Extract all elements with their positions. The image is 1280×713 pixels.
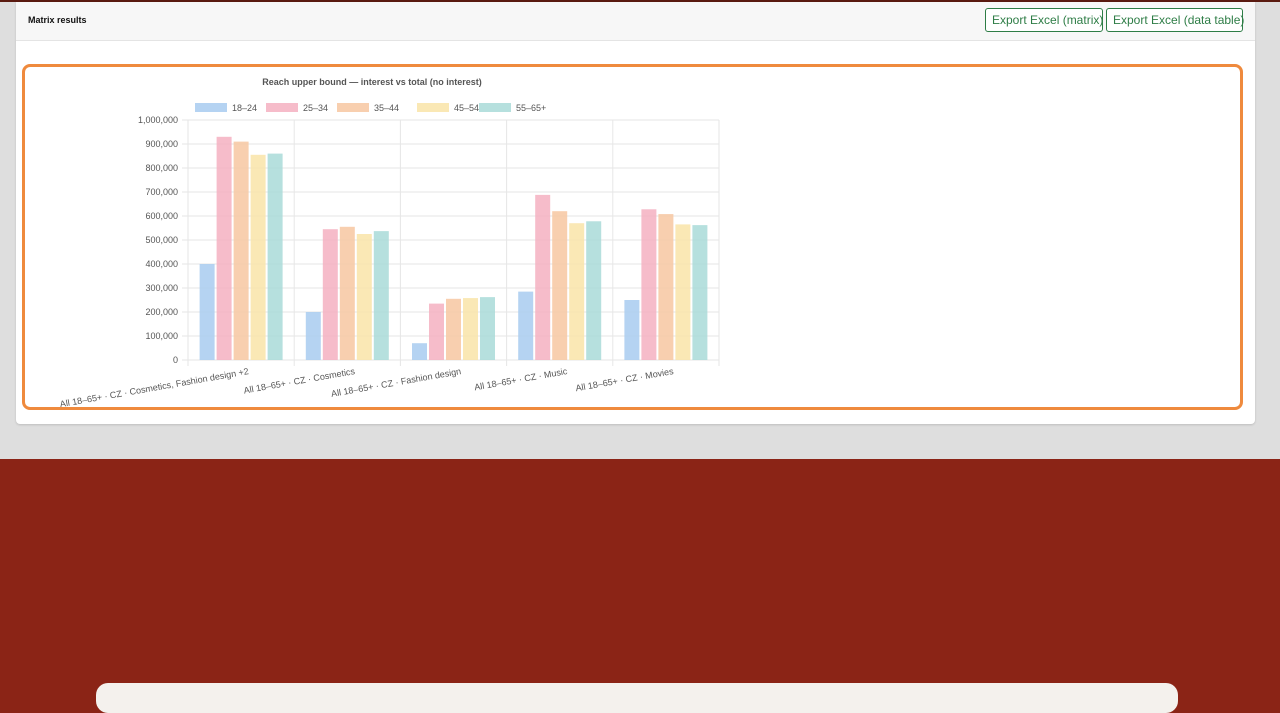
y-tick-label-7: 700,000 (145, 187, 178, 197)
y-tick-label-5: 500,000 (145, 235, 178, 245)
bar-1-4 (373, 231, 389, 360)
chart-title: Reach upper bound — interest vs total (n… (262, 77, 482, 87)
legend-label-4: 55–65+ (516, 103, 546, 113)
export-excel-data-table-button[interactable]: Export Excel (data table) (1106, 8, 1244, 32)
x-tick-label-4: All 18–65+ · CZ · Movies (575, 366, 675, 393)
bottom-card (96, 683, 1178, 713)
legend-swatch-0 (195, 103, 227, 112)
legend-label-3: 45–54 (454, 103, 479, 113)
y-tick-label-8: 800,000 (145, 163, 178, 173)
panel-title: Matrix results (28, 15, 87, 25)
bar-0-0 (199, 264, 215, 360)
y-tick-label-1: 100,000 (145, 331, 178, 341)
bar-3-2 (552, 211, 568, 360)
bar-2-4 (480, 297, 495, 360)
bar-0-2 (233, 141, 249, 360)
bar-3-3 (569, 223, 585, 360)
bar-4-3 (675, 224, 691, 360)
bar-4-4 (692, 225, 708, 360)
bar-1-0 (305, 312, 321, 360)
legend-swatch-4 (479, 103, 511, 112)
x-tick-label-0: All 18–65+ · CZ · Cosmetics, Fashion des… (59, 366, 249, 407)
matrix-results-panel: Matrix results Export Excel (matrix) Exp… (16, 2, 1255, 424)
panel-header: Matrix results Export Excel (matrix) Exp… (16, 2, 1255, 41)
legend-label-2: 35–44 (374, 103, 399, 113)
y-tick-label-4: 400,000 (145, 259, 178, 269)
legend-swatch-2 (337, 103, 369, 112)
legend-swatch-3 (417, 103, 449, 112)
main-area: Matrix results Export Excel (matrix) Exp… (0, 0, 1280, 459)
y-tick-label-10: 1,000,000 (138, 115, 178, 125)
reach-bar-chart: Reach upper bound — interest vs total (n… (59, 77, 720, 407)
y-tick-label-6: 600,000 (145, 211, 178, 221)
bar-4-2 (658, 214, 674, 360)
legend-label-1: 25–34 (303, 103, 328, 113)
bar-0-3 (250, 154, 266, 360)
export-excel-matrix-button[interactable]: Export Excel (matrix) (985, 8, 1103, 32)
bar-3-1 (535, 194, 551, 360)
bar-2-0 (412, 343, 427, 360)
bar-0-4 (267, 153, 283, 360)
bar-4-1 (641, 209, 657, 360)
bar-2-2 (446, 298, 461, 360)
bar-4-0 (624, 300, 640, 360)
y-tick-label-0: 0 (173, 355, 178, 365)
bar-3-0 (518, 291, 534, 360)
y-tick-label-9: 900,000 (145, 139, 178, 149)
x-tick-label-3: All 18–65+ · CZ · Music (473, 366, 568, 392)
bar-0-1 (216, 136, 232, 360)
bar-2-3 (463, 298, 478, 360)
legend-label-0: 18–24 (232, 103, 257, 113)
legend-swatch-1 (266, 103, 298, 112)
bar-1-2 (339, 226, 355, 360)
chart-container: Reach upper bound — interest vs total (n… (22, 64, 1243, 410)
bar-2-1 (429, 303, 444, 360)
y-tick-label-3: 300,000 (145, 283, 178, 293)
y-tick-label-2: 200,000 (145, 307, 178, 317)
bar-1-1 (322, 229, 338, 360)
bar-3-4 (586, 221, 602, 360)
bar-1-3 (356, 234, 372, 360)
